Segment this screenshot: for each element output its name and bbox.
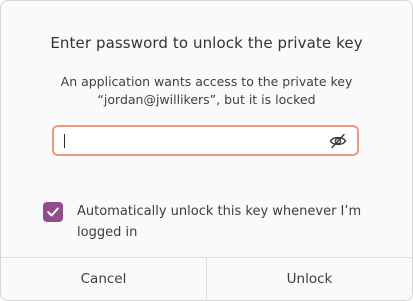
password-input[interactable] (62, 130, 322, 152)
dialog-message: An application wants access to the priva… (1, 73, 412, 109)
dialog-button-bar: Cancel Unlock (1, 257, 412, 300)
message-line-1: An application wants access to the priva… (60, 74, 353, 89)
message-line-2: “jordan@jwillikers”, but it is locked (97, 92, 316, 107)
password-field[interactable] (52, 125, 359, 156)
auto-unlock-checkbox[interactable] (43, 202, 63, 222)
cancel-button[interactable]: Cancel (1, 258, 206, 300)
checkmark-icon (47, 207, 59, 217)
text-caret (64, 134, 65, 148)
unlock-button[interactable]: Unlock (206, 258, 412, 300)
eye-slash-icon[interactable] (329, 133, 347, 149)
unlock-key-dialog: Enter password to unlock the private key… (0, 0, 413, 301)
dialog-title: Enter password to unlock the private key (50, 34, 363, 52)
auto-unlock-label[interactable]: Automatically unlock this key whenever I… (77, 201, 377, 243)
